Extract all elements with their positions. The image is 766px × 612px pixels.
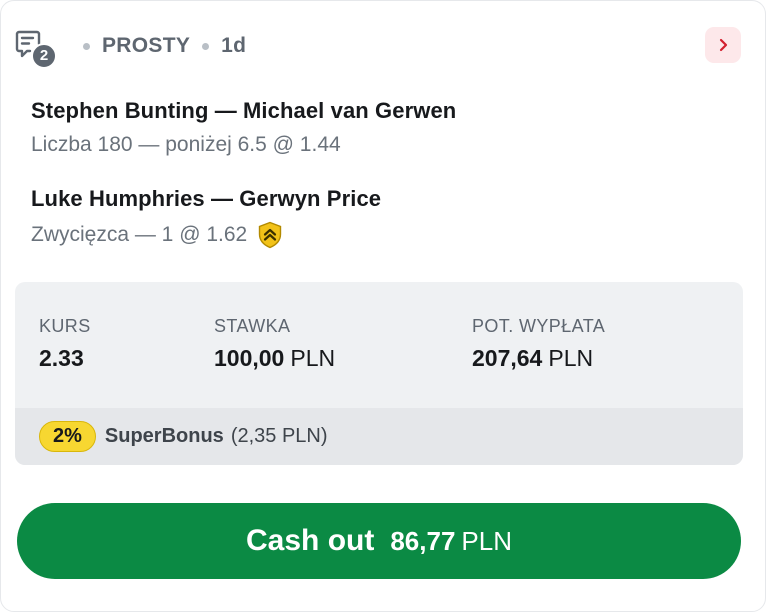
event-name: Stephen Bunting — Michael van Gerwen <box>31 98 457 123</box>
stake-value: 100,00 PLN <box>214 345 335 372</box>
separator-dot <box>202 42 210 50</box>
pick-text: Zwycięzca — 1 @ 1.62 <box>31 223 248 246</box>
selection-item: Stephen Bunting — Michael van Gerwen Lic… <box>31 98 456 157</box>
bet-slip-icon: 2 <box>15 29 61 69</box>
chevron-right-icon <box>719 38 728 52</box>
separator-dot <box>83 42 90 50</box>
pick-text: Liczba 180 — poniżej 6.5 @ 1.44 <box>31 133 341 156</box>
selections-count-badge: 2 <box>31 43 57 69</box>
boost-shield-icon <box>257 221 283 249</box>
payout-number: 207,64 <box>472 345 543 371</box>
selection-item: Luke Humphries — Gerwyn Price Zwycięzca … <box>31 186 381 249</box>
odds-value: 2.33 <box>39 345 91 372</box>
event-name: Luke Humphries — Gerwyn Price <box>31 186 382 211</box>
bonus-percent-badge: 2% <box>39 421 96 452</box>
cash-out-button[interactable]: Cash out 86,77 PLN <box>17 503 741 579</box>
cash-out-currency: PLN <box>461 525 512 556</box>
selection-pick: Zwycięzca — 1 @ 1.62 <box>31 221 381 249</box>
bet-age: 1d <box>221 34 247 57</box>
payout-currency: PLN <box>548 345 594 371</box>
payout-value: 207,64 PLN <box>472 345 605 372</box>
odds-label: KURS <box>39 316 91 336</box>
payout-column: POT. WYPŁATA 207,64 PLN <box>472 316 605 372</box>
odds-number: 2.33 <box>39 345 84 371</box>
summary-values: KURS 2.33 STAWKA 100,00 PLN POT. WYPŁATA … <box>15 282 743 408</box>
selection-pick: Liczba 180 — poniżej 6.5 @ 1.44 <box>31 133 456 157</box>
stake-column: STAWKA 100,00 PLN <box>214 316 335 372</box>
cash-out-number: 86,77 <box>390 525 456 556</box>
bet-meta: PROSTY 1d <box>83 34 246 58</box>
payout-label: POT. WYPŁATA <box>472 316 606 336</box>
odds-column: KURS 2.33 <box>39 316 91 372</box>
bonus-amount: (2,35 PLN) <box>230 425 328 447</box>
bet-summary: KURS 2.33 STAWKA 100,00 PLN POT. WYPŁATA … <box>15 282 743 465</box>
cash-out-label: Cash out <box>246 524 375 557</box>
expand-bet-button[interactable] <box>705 27 741 63</box>
bonus-name: SuperBonus <box>104 425 224 447</box>
cash-out-amount: 86,77 PLN <box>390 526 512 557</box>
stake-label: STAWKA <box>214 316 291 336</box>
bet-type: PROSTY <box>102 34 191 57</box>
stake-currency: PLN <box>290 345 336 371</box>
bet-header: 2 PROSTY 1d <box>15 27 741 69</box>
bet-card: 2 PROSTY 1d Stephen Bunting — Michael va… <box>0 0 766 612</box>
stake-number: 100,00 <box>214 345 285 371</box>
superbonus-row: 2% SuperBonus (2,35 PLN) <box>15 408 743 465</box>
